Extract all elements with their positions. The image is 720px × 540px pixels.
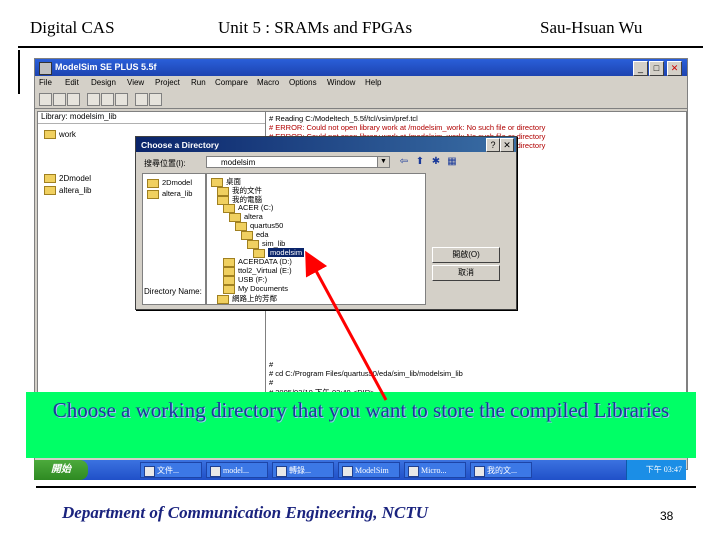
- footer-rule: [36, 486, 696, 488]
- footer-department: Department of Communication Engineering,…: [62, 503, 429, 522]
- annotation-arrow: [305, 250, 388, 401]
- page-number: 38: [660, 509, 674, 523]
